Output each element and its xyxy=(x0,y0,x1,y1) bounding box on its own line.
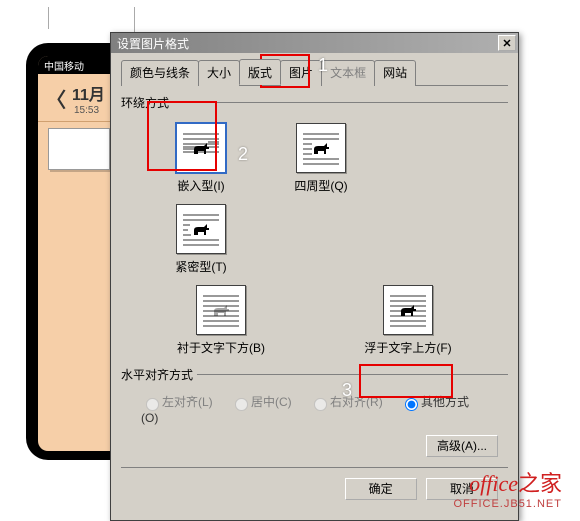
watermark-text-2: 之家 xyxy=(518,471,562,496)
tab-textbox: 文本框 xyxy=(321,60,375,86)
align-other-radio[interactable] xyxy=(405,398,418,411)
dog-icon xyxy=(192,142,212,156)
align-left-option: 左对齐(L) xyxy=(141,395,213,409)
ok-button[interactable]: 确定 xyxy=(345,478,417,500)
advanced-row: 高级(A)... xyxy=(121,435,508,463)
align-right-radio xyxy=(314,398,327,411)
dog-icon xyxy=(312,142,332,156)
align-options: 左对齐(L) 居中(C) 右对齐(R) 其他方式(O) xyxy=(121,389,508,435)
wrap-front-item: 浮于文字上方(F) xyxy=(338,285,478,356)
align-group-label: 水平对齐方式 xyxy=(121,366,197,383)
wrap-options-row2: 衬于文字下方(B) 浮于文字上方(F) xyxy=(121,285,508,366)
dog-icon xyxy=(399,304,419,318)
ruler-guide xyxy=(48,7,135,29)
wrap-tight-item: 紧密型(T) xyxy=(141,204,261,275)
advanced-button[interactable]: 高级(A)... xyxy=(426,435,498,457)
wrap-behind-option[interactable] xyxy=(196,285,246,335)
close-button[interactable]: ✕ xyxy=(498,35,516,51)
wrap-front-option[interactable] xyxy=(383,285,433,335)
wrap-square-item: 四周型(Q) xyxy=(261,123,381,194)
wrap-square-option[interactable] xyxy=(296,123,346,173)
wrap-tight-option[interactable] xyxy=(176,204,226,254)
wrap-front-label: 浮于文字上方(F) xyxy=(338,339,478,356)
time-label: 15:53 xyxy=(74,105,105,116)
tab-bar: 颜色与线条 大小 版式 图片 文本框 网站 xyxy=(121,59,508,86)
tab-colors[interactable]: 颜色与线条 xyxy=(121,60,199,86)
wrap-group: 环绕方式 xyxy=(121,94,508,111)
align-right-option: 右对齐(R) xyxy=(309,395,383,409)
wrap-tight-label: 紧密型(T) xyxy=(141,258,261,275)
wrap-inline-label: 嵌入型(I) xyxy=(141,177,261,194)
watermark-text-1: office xyxy=(469,471,518,496)
carrier-label: 中国移动 xyxy=(44,62,84,73)
tab-picture[interactable]: 图片 xyxy=(280,60,322,86)
wrap-inline-item: 嵌入型(I) xyxy=(141,123,261,194)
wrap-behind-label: 衬于文字下方(B) xyxy=(151,339,291,356)
format-picture-dialog: 设置图片格式 ✕ 颜色与线条 大小 版式 图片 文本框 网站 环绕方式 嵌入型(… xyxy=(110,32,519,521)
dog-icon xyxy=(212,304,232,318)
close-icon: ✕ xyxy=(502,37,511,50)
note-thumb xyxy=(48,128,110,170)
wrap-group-label: 环绕方式 xyxy=(121,94,173,111)
dog-icon xyxy=(192,223,212,237)
watermark: office之家 OFFICE.JB51.NET xyxy=(453,466,562,510)
watermark-url: OFFICE.JB51.NET xyxy=(453,498,562,510)
dialog-titlebar[interactable]: 设置图片格式 ✕ xyxy=(111,33,518,53)
back-icon: 〈 xyxy=(46,84,66,113)
align-group: 水平对齐方式 xyxy=(121,366,508,383)
wrap-options-row1: 嵌入型(I) 四周型(Q) 紧密型(T) xyxy=(121,117,508,285)
wrap-square-label: 四周型(Q) xyxy=(261,177,381,194)
align-left-radio xyxy=(146,398,159,411)
dialog-title: 设置图片格式 xyxy=(117,35,189,52)
tab-size[interactable]: 大小 xyxy=(198,60,240,86)
dialog-buttons: 确定 取消 xyxy=(121,472,508,510)
align-center-radio xyxy=(235,398,248,411)
wrap-inline-option[interactable] xyxy=(176,123,226,173)
tab-web[interactable]: 网站 xyxy=(374,60,416,86)
wrap-behind-item: 衬于文字下方(B) xyxy=(151,285,291,356)
month-label: 11月 xyxy=(72,81,105,105)
align-center-option: 居中(C) xyxy=(230,395,292,409)
tab-layout[interactable]: 版式 xyxy=(239,59,281,85)
